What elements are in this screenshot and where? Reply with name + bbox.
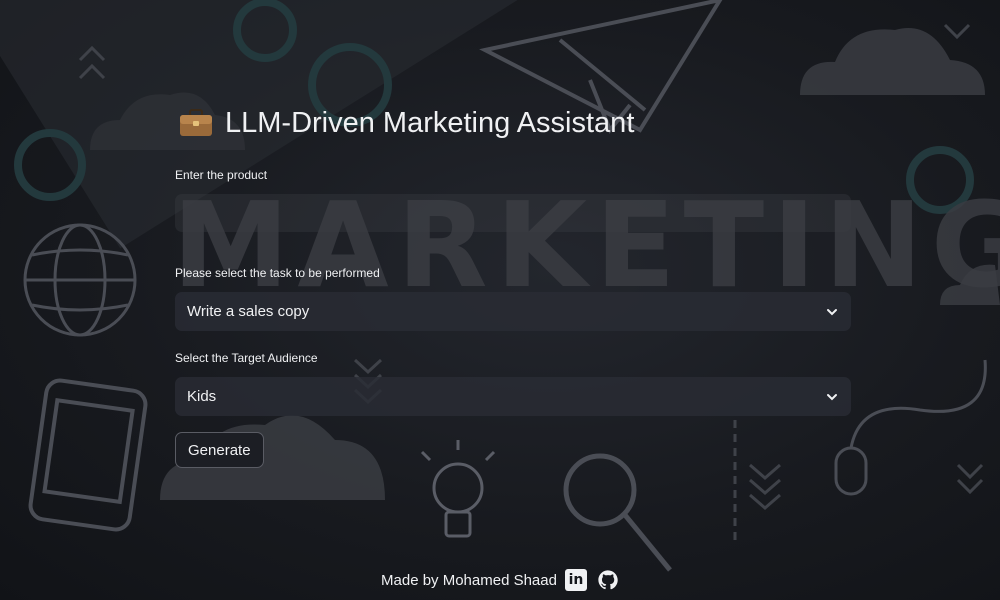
app-window: MARKETING LLM-Driven Marketing Assistant… xyxy=(0,0,1000,600)
footer: Made by Mohamed Shaad in xyxy=(0,566,1000,594)
page-title: LLM-Driven Marketing Assistant xyxy=(225,106,635,139)
github-icon[interactable] xyxy=(597,569,619,591)
footer-credit: Made by Mohamed Shaad xyxy=(381,571,557,589)
magnifier-icon xyxy=(563,453,672,572)
chevron-down-icon xyxy=(827,393,837,400)
linkedin-icon[interactable]: in xyxy=(564,569,587,591)
mouse-icon xyxy=(834,359,987,496)
briefcase-icon xyxy=(180,109,212,136)
globe-icon xyxy=(23,223,137,337)
phone-icon xyxy=(28,378,148,532)
product-label: Enter the product xyxy=(175,168,268,182)
task-label: Please select the task to be performed xyxy=(175,266,380,280)
audience-select-value: Kids xyxy=(187,388,217,405)
generate-button[interactable]: Generate xyxy=(175,432,264,468)
audience-label: Select the Target Audience xyxy=(175,351,318,365)
task-select[interactable]: Write a sales copy xyxy=(175,292,851,331)
product-input[interactable] xyxy=(175,194,851,232)
task-select-value: Write a sales copy xyxy=(187,303,310,320)
audience-select[interactable]: Kids xyxy=(175,377,851,416)
chevron-down-icon xyxy=(827,308,837,315)
page-header: LLM-Driven Marketing Assistant xyxy=(175,100,851,146)
main-form: LLM-Driven Marketing Assistant Enter the… xyxy=(175,100,851,468)
